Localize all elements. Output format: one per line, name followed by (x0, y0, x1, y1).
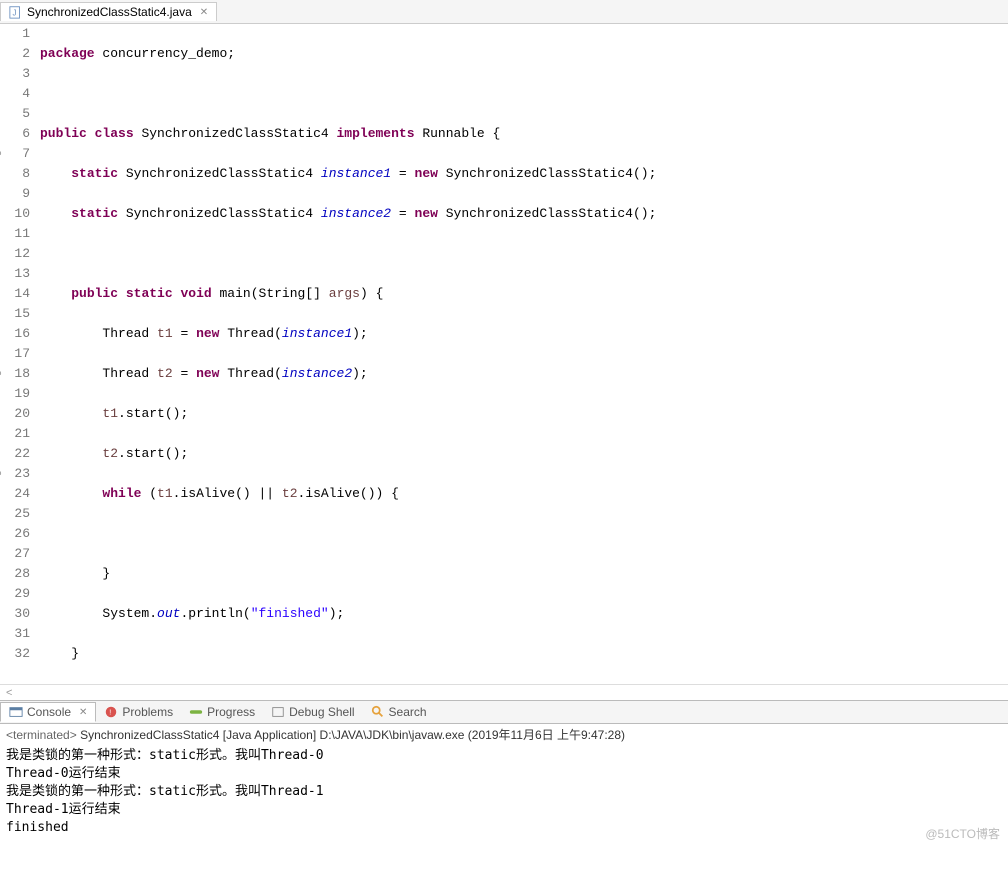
close-icon[interactable]: ✕ (79, 707, 87, 718)
editor-tabs: J SynchronizedClassStatic4.java ✕ (0, 0, 1008, 24)
line-number-gutter: 1234567⊖89101112131415161718⊖19▲20212223… (0, 24, 36, 684)
svg-text:J: J (13, 9, 17, 18)
problems-icon: ! (104, 705, 118, 719)
editor-area: 1234567⊖89101112131415161718⊖19▲20212223… (0, 24, 1008, 684)
console-icon (9, 705, 23, 719)
tab-progress[interactable]: Progress (181, 703, 263, 721)
search-icon (371, 705, 385, 719)
editor-tab[interactable]: J SynchronizedClassStatic4.java ✕ (0, 2, 217, 21)
console-status: <terminated> SynchronizedClassStatic4 [J… (0, 724, 1008, 745)
svg-text:!: ! (110, 710, 112, 717)
debug-shell-icon (271, 705, 285, 719)
code-area[interactable]: package concurrency_demo; public class S… (36, 24, 1008, 684)
tab-search[interactable]: Search (363, 703, 435, 721)
views-tabbar: Console ✕ ! Problems Progress Debug Shel… (0, 700, 1008, 724)
tab-debug-shell[interactable]: Debug Shell (263, 703, 362, 721)
tab-problems[interactable]: ! Problems (96, 703, 181, 721)
tab-console[interactable]: Console ✕ (0, 702, 96, 722)
close-icon[interactable]: ✕ (200, 7, 208, 18)
horizontal-scrollbar[interactable]: < (0, 684, 1008, 700)
watermark: @51CTO博客 (0, 825, 1008, 842)
editor-tab-title: SynchronizedClassStatic4.java (27, 5, 192, 19)
java-file-icon: J (9, 5, 23, 19)
progress-icon (189, 705, 203, 719)
